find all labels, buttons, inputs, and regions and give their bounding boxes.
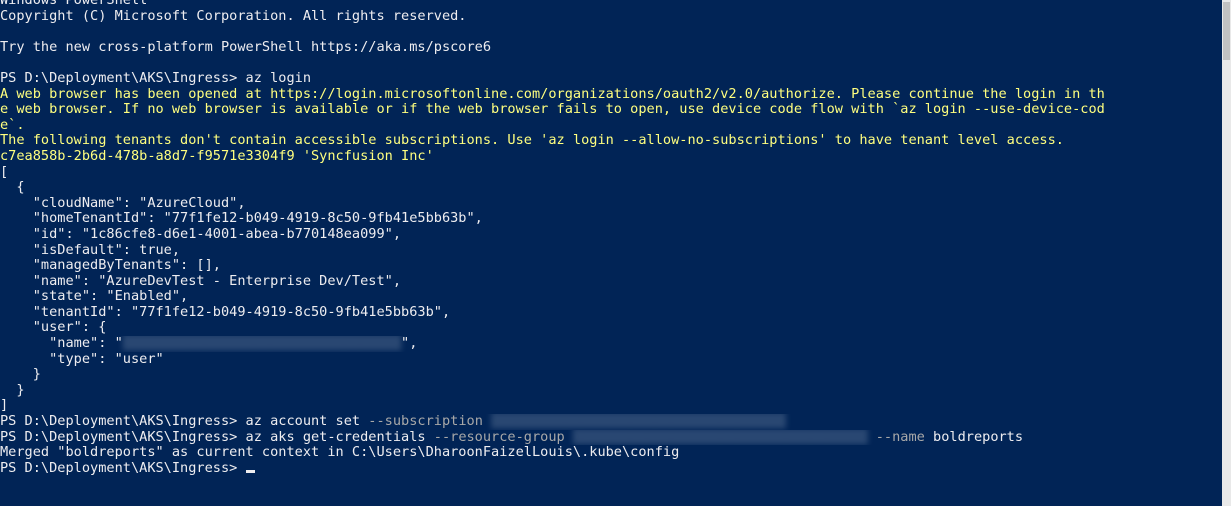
console-text: PS D:\Deployment\AKS\Ingress> az aks get…	[0, 429, 434, 445]
console-text: Copyright (C) Microsoft Corporation. All…	[0, 8, 467, 24]
console-text: "homeTenantId": "77f1fe12-b049-4919-8c50…	[0, 211, 483, 227]
console-line: "name": "AzureDevTest - Enterprise Dev/T…	[0, 274, 1222, 290]
console-text: "name": "	[0, 336, 123, 352]
console-line: "state": "Enabled",	[0, 289, 1222, 305]
console-text: PS D:\Deployment\AKS\Ingress> az login	[0, 70, 311, 86]
redacted-text: ██████████████████████████████████	[122, 336, 402, 352]
text-cursor	[245, 469, 255, 473]
redacted-text: ████████████████████████████████████	[572, 429, 868, 445]
console-line: "managedByTenants": [],	[0, 258, 1222, 274]
console-text: }	[0, 382, 25, 398]
console-line: "user": {	[0, 320, 1222, 336]
console-text: [	[0, 164, 9, 180]
console-line: "tenantId": "77f1fe12-b049-4919-8c50-9fb…	[0, 305, 1222, 321]
console-line: Windows PowerShell	[0, 0, 1222, 9]
console-text: "id": "1c86cfe8-d6e1-4001-abea-b770148ea…	[0, 226, 402, 242]
console-text: --name	[875, 429, 925, 445]
console-line: "isDefault": true,	[0, 243, 1222, 259]
console-text: Windows PowerShell	[0, 0, 148, 8]
console-line: PS D:\Deployment\AKS\Ingress>	[0, 461, 1222, 477]
console-line: [	[0, 165, 1222, 181]
console-text: }	[0, 367, 41, 383]
console-text: --resource-group	[433, 429, 565, 445]
console-text: e web browser. If no web browser is avai…	[0, 102, 1105, 118]
console-line: "name": "███████████████████████████████…	[0, 336, 1222, 352]
console-line: {	[0, 180, 1222, 196]
console-text: "name": "AzureDevTest - Enterprise Dev/T…	[0, 273, 402, 289]
console-line: c7ea858b-2b6d-478b-a8d7-f9571e3304f9 'Sy…	[0, 149, 1222, 165]
console-text: PS D:\Deployment\AKS\Ingress>	[0, 460, 246, 476]
console-text: PS D:\Deployment\AKS\Ingress> az account…	[0, 414, 369, 430]
console-text: Merged "boldreports" as current context …	[0, 445, 680, 461]
vertical-scrollbar[interactable]	[1222, 0, 1231, 506]
console-line: Copyright (C) Microsoft Corporation. All…	[0, 9, 1222, 25]
console-text: "managedByTenants": [],	[0, 258, 221, 274]
console-text: ",	[401, 336, 418, 352]
console-text: "type": "user"	[0, 351, 164, 367]
console-text: {	[0, 180, 25, 196]
console-text: e`.	[0, 117, 25, 133]
console-text: "tenantId": "77f1fe12-b049-4919-8c50-9fb…	[0, 304, 451, 320]
console-line: PS D:\Deployment\AKS\Ingress> az account…	[0, 414, 1222, 430]
console-line: "id": "1c86cfe8-d6e1-4001-abea-b770148ea…	[0, 227, 1222, 243]
console-text: "user": {	[0, 320, 107, 336]
console-text: The following tenants don't contain acce…	[0, 133, 1064, 149]
console-line: "homeTenantId": "77f1fe12-b049-4919-8c50…	[0, 211, 1222, 227]
console-line: PS D:\Deployment\AKS\Ingress> az login	[0, 71, 1222, 87]
console-line: A web browser has been opened at https:/…	[0, 87, 1222, 103]
console-line: "cloudName": "AzureCloud",	[0, 196, 1222, 212]
console-line: Try the new cross-platform PowerShell ht…	[0, 40, 1222, 56]
console-text: "state": "Enabled",	[0, 289, 189, 305]
console-line: e`.	[0, 118, 1222, 134]
console-line: }	[0, 367, 1222, 383]
console-line: PS D:\Deployment\AKS\Ingress> az aks get…	[0, 430, 1222, 446]
console-line: }	[0, 383, 1222, 399]
console-output: Windows PowerShell Copyright (C) Microsof…	[0, 0, 1222, 476]
console-text: --subscription	[368, 414, 483, 430]
console-text: c7ea858b-2b6d-478b-a8d7-f9571e3304f9 'Sy…	[0, 148, 434, 164]
console-line: "type": "user"	[0, 352, 1222, 368]
console-text: "cloudName": "AzureCloud",	[0, 195, 246, 211]
console-text: ]	[0, 398, 9, 414]
scrollbar-thumb[interactable]	[1223, 2, 1230, 60]
console-text: boldreports	[924, 429, 1024, 445]
powershell-console[interactable]: Windows PowerShell Copyright (C) Microsof…	[0, 0, 1231, 506]
console-line: ]	[0, 398, 1222, 414]
console-line: Merged "boldreports" as current context …	[0, 445, 1222, 461]
console-line: e web browser. If no web browser is avai…	[0, 102, 1222, 118]
redacted-text: ████████████████████████████████████	[491, 414, 786, 430]
console-line: The following tenants don't contain acce…	[0, 133, 1222, 149]
console-text: A web browser has been opened at https:/…	[0, 86, 1105, 102]
console-text: "isDefault": true,	[0, 242, 181, 258]
console-text: Try the new cross-platform PowerShell ht…	[0, 39, 492, 55]
